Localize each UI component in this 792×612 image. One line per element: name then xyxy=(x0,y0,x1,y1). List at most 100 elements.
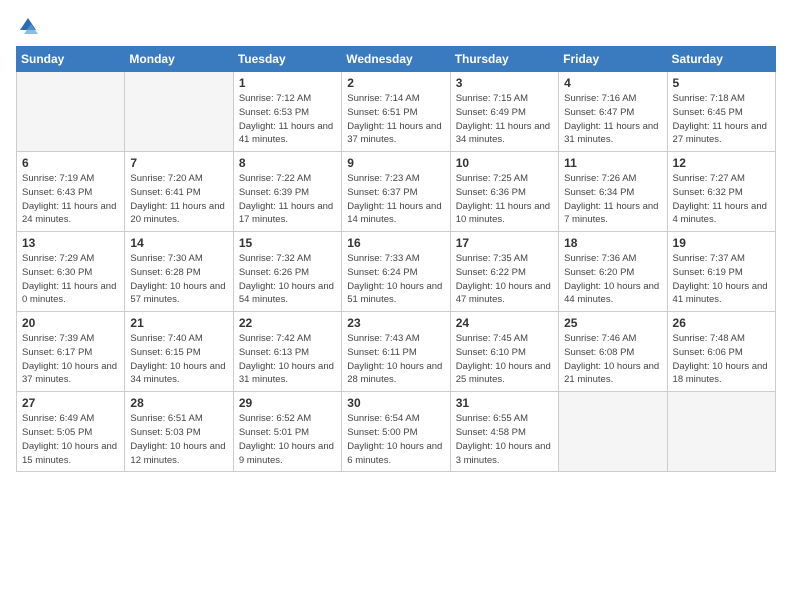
calendar-week-row: 20 Sunrise: 7:39 AM Sunset: 6:17 PM Dayli… xyxy=(17,312,776,392)
day-number: 17 xyxy=(456,236,553,250)
calendar-cell: 25Sunrise: 7:46 AM Sunset: 6:08 PM Dayli… xyxy=(559,312,667,392)
calendar-cell: 29 Sunrise: 6:52 AM Sunset: 5:01 PM Dayli… xyxy=(233,392,341,472)
day-info: Sunrise: 6:51 AM Sunset: 5:03 PM Dayligh… xyxy=(130,412,227,467)
calendar-cell: 4 Sunrise: 7:16 AM Sunset: 6:47 PM Daylig… xyxy=(559,72,667,152)
day-number: 9 xyxy=(347,156,444,170)
day-number: 23 xyxy=(347,316,444,330)
day-number: 13 xyxy=(22,236,119,250)
col-header-saturday: Saturday xyxy=(667,47,775,72)
logo xyxy=(16,16,38,36)
day-info: Sunrise: 7:15 AM Sunset: 6:49 PM Dayligh… xyxy=(456,92,553,147)
col-header-friday: Friday xyxy=(559,47,667,72)
day-info: Sunrise: 7:32 AM Sunset: 6:26 PM Dayligh… xyxy=(239,252,336,307)
day-number: 5 xyxy=(673,76,770,90)
calendar-cell: 22 Sunrise: 7:42 AM Sunset: 6:13 PM Dayli… xyxy=(233,312,341,392)
calendar-cell: 12Sunrise: 7:27 AM Sunset: 6:32 PM Dayli… xyxy=(667,152,775,232)
calendar-cell: 1 Sunrise: 7:12 AM Sunset: 6:53 PM Daylig… xyxy=(233,72,341,152)
calendar-table: SundayMondayTuesdayWednesdayThursdayFrid… xyxy=(16,46,776,472)
day-info: Sunrise: 6:49 AM Sunset: 5:05 PM Dayligh… xyxy=(22,412,119,467)
day-info: Sunrise: 7:16 AM Sunset: 6:47 PM Dayligh… xyxy=(564,92,661,147)
calendar-cell: 3 Sunrise: 7:15 AM Sunset: 6:49 PM Daylig… xyxy=(450,72,558,152)
day-number: 30 xyxy=(347,396,444,410)
day-number: 7 xyxy=(130,156,227,170)
day-number: 15 xyxy=(239,236,336,250)
calendar-cell: 21 Sunrise: 7:40 AM Sunset: 6:15 PM Dayli… xyxy=(125,312,233,392)
calendar-cell: 13Sunrise: 7:29 AM Sunset: 6:30 PM Dayli… xyxy=(17,232,125,312)
day-number: 27 xyxy=(22,396,119,410)
day-info: Sunrise: 7:18 AM Sunset: 6:45 PM Dayligh… xyxy=(673,92,770,147)
calendar-week-row: 13Sunrise: 7:29 AM Sunset: 6:30 PM Dayli… xyxy=(17,232,776,312)
calendar-cell: 5 Sunrise: 7:18 AM Sunset: 6:45 PM Daylig… xyxy=(667,72,775,152)
day-info: Sunrise: 7:46 AM Sunset: 6:08 PM Dayligh… xyxy=(564,332,661,387)
day-number: 1 xyxy=(239,76,336,90)
calendar-cell: 17 Sunrise: 7:35 AM Sunset: 6:22 PM Dayli… xyxy=(450,232,558,312)
logo-icon xyxy=(18,16,38,36)
calendar-cell: 15 Sunrise: 7:32 AM Sunset: 6:26 PM Dayli… xyxy=(233,232,341,312)
col-header-thursday: Thursday xyxy=(450,47,558,72)
calendar-cell: 23 Sunrise: 7:43 AM Sunset: 6:11 PM Dayli… xyxy=(342,312,450,392)
calendar-cell: 31Sunrise: 6:55 AM Sunset: 4:58 PM Dayli… xyxy=(450,392,558,472)
day-info: Sunrise: 7:42 AM Sunset: 6:13 PM Dayligh… xyxy=(239,332,336,387)
day-info: Sunrise: 7:30 AM Sunset: 6:28 PM Dayligh… xyxy=(130,252,227,307)
calendar-cell: 28 Sunrise: 6:51 AM Sunset: 5:03 PM Dayli… xyxy=(125,392,233,472)
calendar-cell xyxy=(667,392,775,472)
day-number: 24 xyxy=(456,316,553,330)
calendar-cell: 16 Sunrise: 7:33 AM Sunset: 6:24 PM Dayli… xyxy=(342,232,450,312)
calendar-week-row: 6 Sunrise: 7:19 AM Sunset: 6:43 PM Daylig… xyxy=(17,152,776,232)
day-number: 26 xyxy=(673,316,770,330)
day-info: Sunrise: 7:37 AM Sunset: 6:19 PM Dayligh… xyxy=(673,252,770,307)
day-number: 8 xyxy=(239,156,336,170)
day-number: 29 xyxy=(239,396,336,410)
calendar-week-row: 27 Sunrise: 6:49 AM Sunset: 5:05 PM Dayli… xyxy=(17,392,776,472)
day-number: 16 xyxy=(347,236,444,250)
calendar-cell: 2Sunrise: 7:14 AM Sunset: 6:51 PM Daylig… xyxy=(342,72,450,152)
day-info: Sunrise: 7:14 AM Sunset: 6:51 PM Dayligh… xyxy=(347,92,444,147)
col-header-wednesday: Wednesday xyxy=(342,47,450,72)
day-info: Sunrise: 7:39 AM Sunset: 6:17 PM Dayligh… xyxy=(22,332,119,387)
calendar-cell: 20 Sunrise: 7:39 AM Sunset: 6:17 PM Dayli… xyxy=(17,312,125,392)
calendar-cell: 27 Sunrise: 6:49 AM Sunset: 5:05 PM Dayli… xyxy=(17,392,125,472)
day-number: 22 xyxy=(239,316,336,330)
col-header-monday: Monday xyxy=(125,47,233,72)
day-info: Sunrise: 7:40 AM Sunset: 6:15 PM Dayligh… xyxy=(130,332,227,387)
calendar-cell: 10Sunrise: 7:25 AM Sunset: 6:36 PM Dayli… xyxy=(450,152,558,232)
day-info: Sunrise: 7:45 AM Sunset: 6:10 PM Dayligh… xyxy=(456,332,553,387)
day-number: 11 xyxy=(564,156,661,170)
day-number: 3 xyxy=(456,76,553,90)
day-info: Sunrise: 7:43 AM Sunset: 6:11 PM Dayligh… xyxy=(347,332,444,387)
calendar-cell: 26 Sunrise: 7:48 AM Sunset: 6:06 PM Dayli… xyxy=(667,312,775,392)
calendar-cell: 19 Sunrise: 7:37 AM Sunset: 6:19 PM Dayli… xyxy=(667,232,775,312)
calendar-cell: 18Sunrise: 7:36 AM Sunset: 6:20 PM Dayli… xyxy=(559,232,667,312)
day-number: 14 xyxy=(130,236,227,250)
col-header-tuesday: Tuesday xyxy=(233,47,341,72)
day-info: Sunrise: 7:19 AM Sunset: 6:43 PM Dayligh… xyxy=(22,172,119,227)
day-number: 21 xyxy=(130,316,227,330)
calendar-cell xyxy=(17,72,125,152)
calendar-cell: 6 Sunrise: 7:19 AM Sunset: 6:43 PM Daylig… xyxy=(17,152,125,232)
calendar-cell: 9Sunrise: 7:23 AM Sunset: 6:37 PM Daylig… xyxy=(342,152,450,232)
day-number: 12 xyxy=(673,156,770,170)
calendar-cell: 30Sunrise: 6:54 AM Sunset: 5:00 PM Dayli… xyxy=(342,392,450,472)
day-info: Sunrise: 7:20 AM Sunset: 6:41 PM Dayligh… xyxy=(130,172,227,227)
calendar-cell xyxy=(559,392,667,472)
calendar-cell: 11 Sunrise: 7:26 AM Sunset: 6:34 PM Dayli… xyxy=(559,152,667,232)
day-info: Sunrise: 6:55 AM Sunset: 4:58 PM Dayligh… xyxy=(456,412,553,467)
day-info: Sunrise: 7:35 AM Sunset: 6:22 PM Dayligh… xyxy=(456,252,553,307)
day-info: Sunrise: 7:25 AM Sunset: 6:36 PM Dayligh… xyxy=(456,172,553,227)
day-number: 28 xyxy=(130,396,227,410)
day-number: 19 xyxy=(673,236,770,250)
day-info: Sunrise: 7:26 AM Sunset: 6:34 PM Dayligh… xyxy=(564,172,661,227)
calendar-cell: 7 Sunrise: 7:20 AM Sunset: 6:41 PM Daylig… xyxy=(125,152,233,232)
day-info: Sunrise: 7:12 AM Sunset: 6:53 PM Dayligh… xyxy=(239,92,336,147)
calendar-cell xyxy=(125,72,233,152)
day-info: Sunrise: 7:48 AM Sunset: 6:06 PM Dayligh… xyxy=(673,332,770,387)
col-header-sunday: Sunday xyxy=(17,47,125,72)
day-info: Sunrise: 7:22 AM Sunset: 6:39 PM Dayligh… xyxy=(239,172,336,227)
calendar-cell: 24 Sunrise: 7:45 AM Sunset: 6:10 PM Dayli… xyxy=(450,312,558,392)
day-number: 20 xyxy=(22,316,119,330)
day-number: 6 xyxy=(22,156,119,170)
day-info: Sunrise: 6:52 AM Sunset: 5:01 PM Dayligh… xyxy=(239,412,336,467)
day-number: 4 xyxy=(564,76,661,90)
calendar-cell: 14 Sunrise: 7:30 AM Sunset: 6:28 PM Dayli… xyxy=(125,232,233,312)
day-info: Sunrise: 7:33 AM Sunset: 6:24 PM Dayligh… xyxy=(347,252,444,307)
